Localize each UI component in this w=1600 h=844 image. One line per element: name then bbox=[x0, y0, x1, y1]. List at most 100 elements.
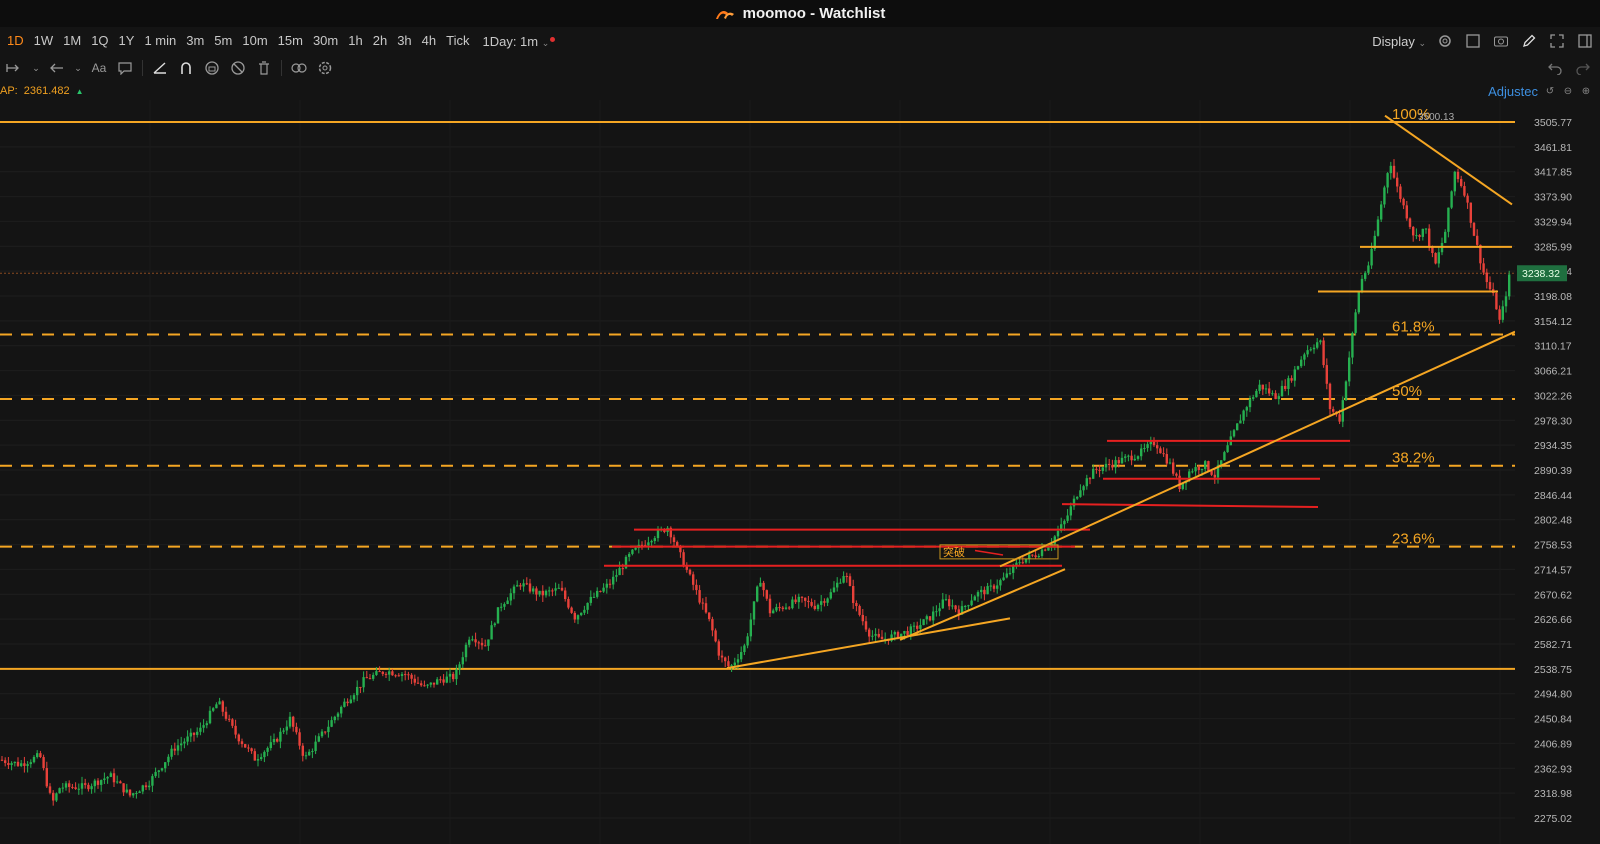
adjusted-toggle[interactable]: Adjustec bbox=[1488, 84, 1538, 99]
timeframe-1w[interactable]: 1W bbox=[29, 27, 59, 55]
timeframe-10m[interactable]: 10m bbox=[237, 27, 272, 55]
candle-body bbox=[356, 686, 359, 696]
candle-body bbox=[1111, 465, 1114, 468]
y-tick-label: 2670.62 bbox=[1534, 589, 1572, 601]
candle-body bbox=[1127, 455, 1130, 457]
display-button[interactable]: Display ⌄ bbox=[1372, 34, 1426, 49]
candle-body bbox=[1005, 573, 1008, 578]
y-tick-label: 3329.94 bbox=[1534, 216, 1572, 228]
trendline-icon[interactable] bbox=[151, 59, 169, 77]
candle-body bbox=[1437, 252, 1440, 264]
timeframe-5m[interactable]: 5m bbox=[209, 27, 237, 55]
indicator-value: 2361.482 bbox=[23, 85, 70, 97]
timeframe-4h[interactable]: 4h bbox=[417, 27, 441, 55]
candle-body bbox=[503, 603, 506, 607]
candle-body bbox=[1124, 456, 1127, 458]
eye-hide-icon[interactable] bbox=[229, 59, 247, 77]
candle-body bbox=[1418, 235, 1421, 237]
candle-body bbox=[714, 630, 717, 642]
timeframe-30m[interactable]: 30m bbox=[308, 27, 343, 55]
candle-body bbox=[240, 741, 244, 745]
candle-body bbox=[1421, 228, 1424, 237]
timeframe-2h[interactable]: 2h bbox=[368, 27, 392, 55]
candle-body bbox=[1392, 165, 1396, 178]
redo-icon[interactable] bbox=[1574, 59, 1592, 77]
timeframe-3m[interactable]: 3m bbox=[181, 27, 209, 55]
trash-icon[interactable] bbox=[255, 59, 273, 77]
candle-body bbox=[1428, 228, 1431, 247]
candle-body bbox=[970, 600, 973, 606]
chevron-down-icon[interactable]: ⌄ bbox=[32, 59, 40, 77]
y-tick-label: 3154.12 bbox=[1534, 316, 1572, 328]
candle-body bbox=[1034, 555, 1037, 558]
timeframe-1-min[interactable]: 1 min bbox=[139, 27, 181, 55]
text-icon[interactable]: Aa bbox=[90, 59, 108, 77]
candle-body bbox=[330, 720, 333, 727]
candle-body bbox=[1488, 282, 1492, 290]
candle-body bbox=[224, 711, 228, 719]
cursor-icon[interactable] bbox=[6, 59, 24, 77]
candle-body bbox=[893, 632, 896, 635]
layout-square-icon[interactable] bbox=[1464, 32, 1482, 50]
zoom-out-icon[interactable]: ⊖ bbox=[1562, 86, 1574, 98]
arrow-back-icon[interactable] bbox=[48, 59, 66, 77]
timeframe-1m[interactable]: 1M bbox=[58, 27, 86, 55]
candle-body bbox=[775, 607, 778, 611]
candle-body bbox=[932, 611, 935, 621]
candle-body bbox=[813, 605, 816, 610]
candle-body bbox=[599, 590, 602, 592]
candle-body bbox=[858, 606, 861, 615]
candle-body bbox=[202, 725, 205, 728]
reset-icon[interactable]: ↺ bbox=[1544, 86, 1556, 98]
candle-body bbox=[1047, 547, 1050, 551]
y-tick-label: 2758.53 bbox=[1534, 540, 1572, 552]
candle-body bbox=[122, 783, 125, 793]
undo-icon[interactable] bbox=[1546, 59, 1564, 77]
candle-body bbox=[708, 612, 711, 620]
candle-body bbox=[1466, 195, 1469, 203]
candle-body bbox=[1236, 423, 1239, 431]
fib-level-label: 61.8% bbox=[1392, 319, 1435, 336]
candle-body bbox=[576, 615, 580, 620]
candle-body bbox=[68, 783, 71, 787]
zoom-in-icon[interactable]: ⊕ bbox=[1580, 86, 1592, 98]
candle-body bbox=[352, 695, 356, 700]
candle-body bbox=[986, 586, 989, 595]
candle-body bbox=[336, 713, 340, 717]
timeframe-1h[interactable]: 1h bbox=[343, 27, 367, 55]
timeframe-1d[interactable]: 1D bbox=[2, 27, 29, 55]
camera-icon[interactable] bbox=[1492, 32, 1510, 50]
timeframe-1q[interactable]: 1Q bbox=[86, 27, 113, 55]
candle-body bbox=[160, 768, 164, 771]
magnet-icon[interactable] bbox=[177, 59, 195, 77]
current-price-label: 3238.32 bbox=[1522, 268, 1560, 280]
candle-body bbox=[439, 679, 442, 681]
candle-body bbox=[29, 762, 32, 765]
timeframe-1y[interactable]: 1Y bbox=[114, 27, 140, 55]
candle-body bbox=[1303, 354, 1306, 360]
price-chart[interactable]: 100%61.8%50%38.2%23.6%3500.13突破 3505.773… bbox=[0, 100, 1600, 844]
settings-gear-icon[interactable] bbox=[1436, 32, 1454, 50]
candle-body bbox=[167, 756, 170, 763]
comment-icon[interactable] bbox=[116, 59, 134, 77]
notification-dot bbox=[550, 36, 556, 42]
combined-interval-dropdown[interactable]: 1Day: 1m ⌄ bbox=[474, 34, 557, 49]
fullscreen-icon[interactable] bbox=[1548, 32, 1566, 50]
chevron-down-icon[interactable]: ⌄ bbox=[74, 59, 82, 77]
y-tick-label: 2978.30 bbox=[1534, 415, 1572, 427]
candle-body bbox=[797, 596, 800, 603]
link-icon[interactable] bbox=[290, 59, 308, 77]
candle-body bbox=[429, 682, 432, 685]
candle-body bbox=[823, 601, 826, 603]
candle-body bbox=[1396, 177, 1399, 187]
timeframe-tick[interactable]: Tick bbox=[441, 27, 474, 55]
pencil-icon[interactable] bbox=[1520, 32, 1538, 50]
panel-toggle-icon[interactable] bbox=[1576, 32, 1594, 50]
lock-icon[interactable] bbox=[203, 59, 221, 77]
gear-icon[interactable] bbox=[316, 59, 334, 77]
timeframe-15m[interactable]: 15m bbox=[273, 27, 308, 55]
candle-body bbox=[519, 585, 522, 587]
timeframe-3h[interactable]: 3h bbox=[392, 27, 416, 55]
candle-body bbox=[391, 671, 394, 676]
candle-body bbox=[874, 633, 877, 636]
